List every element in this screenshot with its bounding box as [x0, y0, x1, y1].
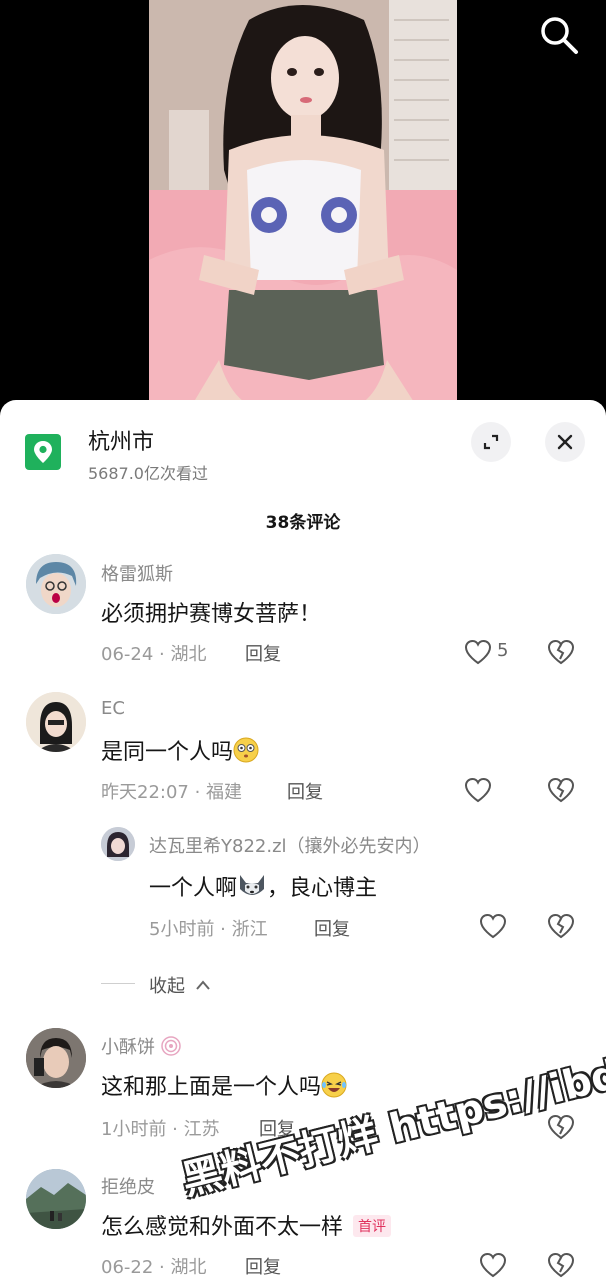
comment-meta: 06-22 · 湖北: [101, 1257, 207, 1278]
reply-button[interactable]: 回复: [287, 778, 323, 804]
location-pin-icon: [25, 434, 61, 470]
chevron-up-icon: [195, 980, 210, 990]
collapse-replies-button[interactable]: 收起: [101, 970, 221, 998]
like-button[interactable]: [478, 1251, 508, 1279]
comment-meta: 昨天22:07 · 福建: [101, 782, 243, 803]
location-header[interactable]: 杭州市 5687.0亿次看过: [0, 400, 606, 490]
comment-text: 必须拥护赛博女菩萨！: [101, 602, 322, 627]
dislike-button[interactable]: [546, 776, 576, 804]
dislike-button[interactable]: [546, 1251, 576, 1279]
divider: [101, 983, 135, 984]
avatar[interactable]: [26, 692, 86, 752]
expand-button[interactable]: [471, 422, 511, 462]
first-comment-badge: 首评: [353, 1215, 392, 1237]
spiral-lollipop-icon: [161, 1036, 181, 1056]
comment-item: EC 是同一个人吗 昨天22:07 · 福建 回复: [0, 690, 606, 820]
broken-heart-icon: [547, 1114, 575, 1140]
location-title: 杭州市: [88, 430, 155, 455]
reply-meta: 5小时前 · 浙江: [149, 919, 268, 940]
like-button[interactable]: [463, 776, 493, 804]
comment-text: 这和那上面是一个人吗: [101, 1069, 347, 1101]
video-player[interactable]: [0, 0, 606, 410]
reply-item: 达瓦里希Y822.zl（攘外必先安内） 一个人啊 ，良心博主 5小时前 · 浙江 …: [0, 825, 606, 945]
reply-text: 一个人啊 ，良心博主: [149, 870, 377, 902]
comment-author[interactable]: 拒绝皮: [101, 1173, 155, 1199]
broken-heart-icon: [547, 1252, 575, 1278]
heart-icon: [464, 777, 492, 803]
comment-item: 拒绝皮 怎么感觉和外面不太一样 首评 06-22 · 湖北 回复: [0, 1165, 606, 1280]
close-icon: [557, 434, 573, 450]
collapse-label: 收起: [149, 972, 211, 998]
location-views: 5687.0亿次看过: [88, 464, 208, 483]
video-still-image: [149, 0, 457, 410]
dislike-button[interactable]: [546, 1113, 576, 1141]
broken-heart-icon: [547, 913, 575, 939]
comment-text: 是同一个人吗: [101, 734, 259, 766]
heart-icon: [479, 1252, 507, 1278]
comment-meta: 1小时前 · 江苏: [101, 1119, 220, 1140]
comment-author[interactable]: 格雷狐斯: [101, 560, 173, 586]
comment-author[interactable]: EC: [101, 698, 125, 719]
broken-heart-icon: [547, 777, 575, 803]
avatar[interactable]: [26, 1169, 86, 1229]
reply-author[interactable]: 达瓦里希Y822.zl（攘外必先安内）: [149, 832, 431, 858]
dislike-button[interactable]: [546, 638, 576, 666]
comment-author[interactable]: 小酥饼: [101, 1033, 183, 1059]
laughing-emoji-icon: [321, 1072, 347, 1098]
expand-icon: [483, 434, 499, 450]
comment-item: 格雷狐斯 必须拥护赛博女菩萨！ 06-24 · 湖北 回复 5: [0, 550, 606, 670]
video-frame[interactable]: [149, 0, 457, 410]
flushed-emoji-icon: [233, 737, 259, 763]
heart-icon: [479, 913, 507, 939]
like-button[interactable]: [478, 912, 508, 940]
comments-count: 38条评论: [265, 513, 341, 533]
search-button[interactable]: [538, 14, 580, 56]
avatar[interactable]: [101, 827, 135, 861]
dislike-button[interactable]: [546, 912, 576, 940]
avatar[interactable]: [26, 554, 86, 614]
like-button[interactable]: [463, 638, 493, 666]
avatar[interactable]: [26, 1028, 86, 1088]
close-button[interactable]: [545, 422, 585, 462]
husky-emoji-icon: [240, 875, 265, 895]
reply-button[interactable]: 回复: [245, 1253, 281, 1279]
search-icon: [541, 17, 578, 54]
reply-button[interactable]: 回复: [245, 640, 281, 666]
broken-heart-icon: [547, 639, 575, 665]
reply-button[interactable]: 回复: [314, 915, 350, 941]
comment-meta: 06-24 · 湖北: [101, 644, 207, 665]
like-count: 5: [497, 640, 509, 661]
comment-text: 怎么感觉和外面不太一样 首评: [101, 1209, 392, 1241]
heart-icon: [464, 639, 492, 665]
